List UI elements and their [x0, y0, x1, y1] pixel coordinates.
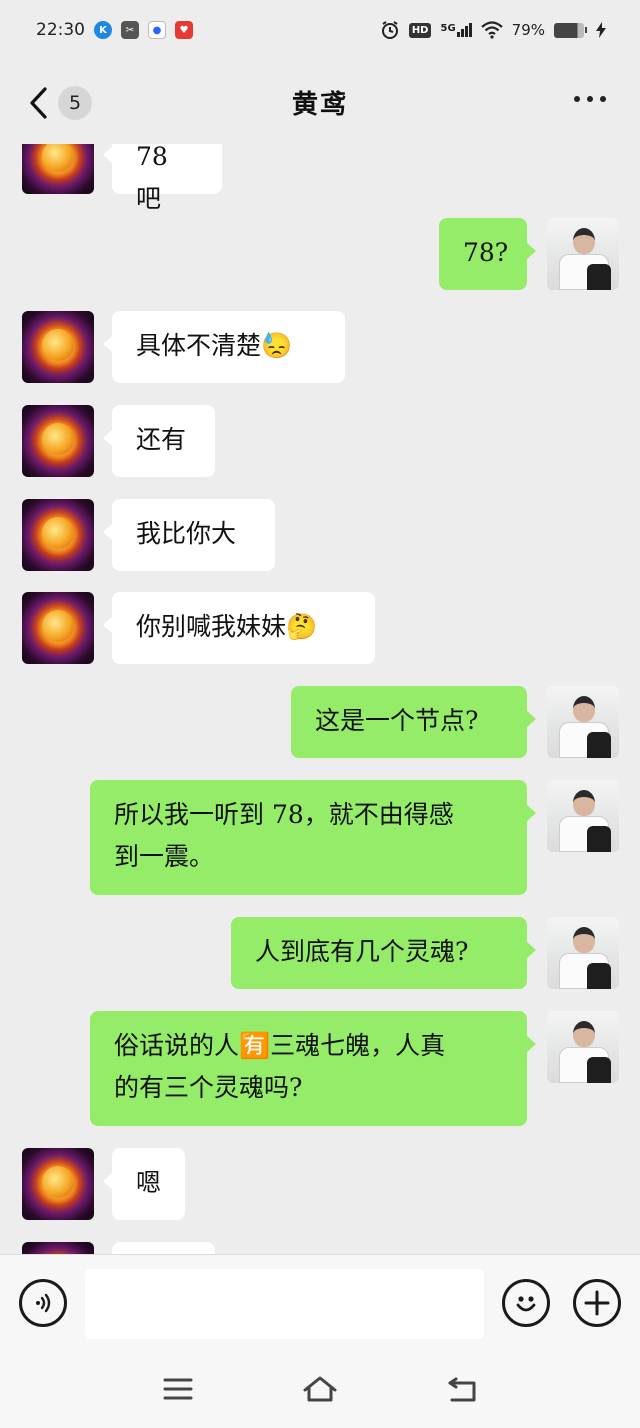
- more-dot-icon: [600, 96, 606, 102]
- message-bubble[interactable]: 还有: [103, 405, 215, 477]
- message-bubble[interactable]: 你别喊我妹妹🤔: [103, 592, 375, 664]
- contact-avatar[interactable]: [22, 311, 94, 383]
- contact-avatar[interactable]: [22, 405, 94, 477]
- emoji-button[interactable]: [502, 1279, 550, 1327]
- message-list[interactable]: 78 吧 78? 具体不清楚😓 还有 我比你大 你别喊我妹妹🤔 这是一个节点? …: [0, 144, 640, 1254]
- system-navigation-bar: [0, 1356, 640, 1428]
- more-options-button[interactable]: [574, 96, 606, 102]
- message-bubble[interactable]: 所以我一听到 78，就不由得感 到一震。: [90, 780, 536, 895]
- back-nav-button[interactable]: [442, 1372, 482, 1406]
- message-bubble[interactable]: 78?: [439, 218, 536, 290]
- kugou-icon: K: [94, 21, 112, 39]
- contact-avatar[interactable]: [22, 1148, 94, 1220]
- status-time: 22:30: [36, 20, 85, 40]
- red-app-icon: ♥: [175, 21, 193, 39]
- message-bubble[interactable]: 嗯: [103, 1148, 185, 1220]
- battery-icon: [554, 22, 587, 38]
- menu-icon: [163, 1378, 193, 1400]
- more-functions-button[interactable]: [573, 1279, 621, 1327]
- my-avatar[interactable]: [547, 780, 619, 852]
- my-avatar[interactable]: [547, 686, 619, 758]
- contact-avatar[interactable]: [22, 499, 94, 571]
- message-bubble-partial[interactable]: [112, 1242, 215, 1254]
- message-bubble[interactable]: 具体不清楚😓: [103, 311, 345, 383]
- message-bubble[interactable]: 我比你大: [103, 499, 275, 571]
- smiley-icon: [516, 1296, 536, 1312]
- more-dot-icon: [574, 96, 580, 102]
- status-right: HD 5G 79%: [380, 20, 606, 40]
- return-icon: [448, 1377, 476, 1402]
- my-avatar[interactable]: [547, 917, 619, 989]
- status-left: 22:30 K ✂ ● ♥: [36, 20, 193, 40]
- scissors-app-icon: ✂: [121, 21, 139, 39]
- message-bubble[interactable]: 俗话说的人🈶三魂七魄，人真 的有三个灵魂吗?: [90, 1011, 536, 1126]
- home-nav-button[interactable]: [300, 1372, 340, 1406]
- chat-header: 5 黄鸢: [0, 60, 640, 144]
- contact-avatar[interactable]: [22, 144, 94, 194]
- cell-signal-icon: 5G: [440, 23, 472, 37]
- status-bar: 22:30 K ✂ ● ♥ HD 5G 79%: [0, 0, 640, 60]
- contact-avatar[interactable]: [22, 592, 94, 664]
- hd-icon: HD: [408, 22, 432, 38]
- message-bubble[interactable]: 这是一个节点?: [291, 686, 536, 758]
- message-bubble[interactable]: 78 吧: [103, 144, 222, 213]
- charging-icon: [596, 22, 606, 38]
- my-avatar[interactable]: [547, 1011, 619, 1083]
- contact-avatar[interactable]: [22, 1242, 94, 1254]
- voice-input-button[interactable]: [19, 1279, 67, 1327]
- battery-percent: 79%: [511, 21, 545, 39]
- message-bubble[interactable]: 人到底有几个灵魂?: [231, 917, 536, 989]
- alarm-icon: [381, 21, 398, 39]
- chat-title: 黄鸢: [291, 90, 348, 120]
- menu-nav-button[interactable]: [158, 1372, 198, 1406]
- input-bar: [0, 1254, 640, 1356]
- plus-icon: [584, 1290, 610, 1316]
- wifi-icon: [480, 21, 503, 39]
- baidu-paw-icon: ●: [148, 21, 166, 39]
- home-icon: [303, 1376, 337, 1402]
- voice-icon: [36, 1293, 51, 1313]
- message-input[interactable]: [85, 1269, 484, 1339]
- network-label: 5G: [440, 23, 456, 34]
- my-avatar[interactable]: [547, 218, 619, 290]
- more-dot-icon: [587, 96, 593, 102]
